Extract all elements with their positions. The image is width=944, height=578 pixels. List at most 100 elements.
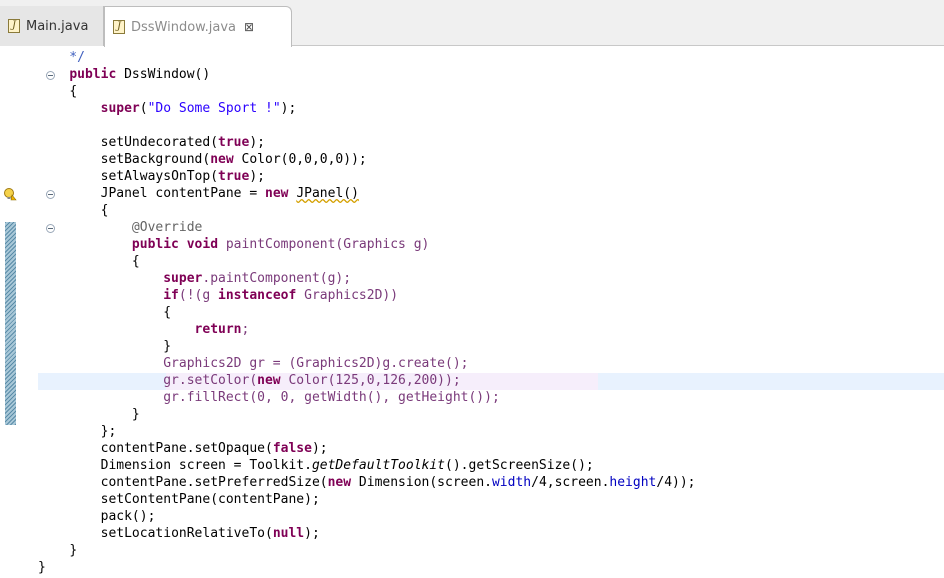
code-token: Dimension(screen. bbox=[351, 475, 492, 490]
code-token: JPanel contentPane = bbox=[100, 186, 265, 201]
java-file-icon: J bbox=[113, 20, 125, 34]
tab-label: Main.java bbox=[26, 18, 89, 34]
code-line: contentPane.setPreferredSize(new Dimensi… bbox=[38, 474, 696, 491]
code-line: setBackground(new Color(0,0,0,0)); bbox=[38, 151, 696, 168]
code-token: gr.setColor( bbox=[163, 373, 258, 388]
code-token: setContentPane(contentPane); bbox=[100, 492, 320, 507]
code-token: contentPane.setOpaque( bbox=[100, 441, 273, 456]
code-token: paintComponent(Graphics g) bbox=[218, 237, 430, 252]
code-token: public bbox=[131, 237, 179, 252]
tab-dsswindow-java[interactable]: J DssWindow.java ⊠ bbox=[104, 6, 292, 47]
code-line: public DssWindow() bbox=[38, 66, 696, 83]
code-editor[interactable]: */ public DssWindow() { super("Do Some S… bbox=[0, 46, 944, 578]
code-token: } bbox=[38, 560, 46, 575]
code-token: .paintComponent(g); bbox=[202, 271, 352, 286]
code-line: contentPane.setOpaque(false); bbox=[38, 440, 696, 457]
code-token: Graphics2D)) bbox=[296, 288, 399, 303]
code-token: setUndecorated( bbox=[100, 135, 219, 150]
code-line: { bbox=[38, 304, 696, 321]
code-line: */ bbox=[38, 49, 696, 66]
quick-diff-ruler bbox=[5, 222, 16, 425]
code-line: JPanel contentPane = new JPanel() bbox=[38, 185, 696, 202]
code-token: } bbox=[163, 339, 172, 354]
code-line: { bbox=[38, 202, 696, 219]
code-token: Graphics2D gr = (Graphics2D)g.create(); bbox=[163, 356, 469, 371]
code-token: return bbox=[194, 322, 242, 337]
code-token: }; bbox=[100, 424, 117, 439]
code-line: { bbox=[38, 253, 696, 270]
code-token: setAlwaysOnTop( bbox=[100, 169, 219, 184]
code-line: setAlwaysOnTop(true); bbox=[38, 168, 696, 185]
code-line: gr.setColor(new Color(125,0,126,200)); bbox=[38, 372, 696, 389]
code-token: { bbox=[163, 305, 172, 320]
code-line: super("Do Some Sport !"); bbox=[100, 101, 297, 116]
source-code[interactable]: */ public DssWindow() { super("Do Some S… bbox=[38, 49, 696, 576]
code-token: width bbox=[491, 475, 532, 490]
code-token: true bbox=[218, 169, 250, 184]
code-token: Color(125,0,126,200)); bbox=[280, 373, 461, 388]
code-token: getDefaultToolkit bbox=[311, 458, 446, 473]
code-token: */ bbox=[38, 50, 85, 65]
code-line: setContentPane(contentPane); bbox=[38, 491, 696, 508]
code-token: ().getScreenSize(); bbox=[445, 458, 594, 473]
code-token: setLocationRelativeTo( bbox=[100, 526, 273, 541]
code-token: DssWindow() bbox=[116, 67, 211, 82]
code-token: instanceof bbox=[218, 288, 297, 303]
folding-ruler bbox=[20, 46, 55, 578]
close-tab-icon[interactable]: ⊠ bbox=[244, 20, 254, 34]
code-token: new bbox=[257, 373, 281, 388]
code-token: { bbox=[131, 254, 140, 269]
code-line: public void paintComponent(Graphics g) bbox=[38, 236, 696, 253]
code-token: (!(g bbox=[178, 288, 219, 303]
code-token: new bbox=[265, 186, 289, 201]
code-token: true bbox=[218, 135, 250, 150]
code-token: setBackground( bbox=[100, 152, 211, 167]
code-token: } bbox=[131, 407, 140, 422]
code-token: height bbox=[609, 475, 657, 490]
code-line: } bbox=[38, 542, 696, 559]
code-line: Dimension screen = Toolkit.getDefaultToo… bbox=[38, 457, 696, 474]
code-line: Graphics2D gr = (Graphics2D)g.create(); bbox=[38, 355, 696, 372]
code-line: setLocationRelativeTo(null); bbox=[38, 525, 696, 542]
code-line: }; bbox=[38, 423, 696, 440]
editor-tab-bar: J Main.java J DssWindow.java ⊠ bbox=[0, 0, 944, 47]
code-token: /4,screen. bbox=[531, 475, 610, 490]
code-line: @Override bbox=[38, 219, 696, 236]
tab-main-java[interactable]: J Main.java bbox=[0, 6, 104, 46]
code-token: null bbox=[272, 526, 305, 541]
code-token: false bbox=[272, 441, 312, 456]
warning-bulb-icon[interactable] bbox=[3, 186, 17, 201]
tab-label: DssWindow.java bbox=[131, 19, 236, 35]
code-token: void bbox=[186, 237, 219, 252]
code-line: { bbox=[38, 83, 696, 100]
code-line: return; bbox=[38, 321, 696, 338]
code-line: pack(); bbox=[38, 508, 696, 525]
code-line: } bbox=[38, 338, 696, 355]
code-token: { bbox=[69, 84, 78, 99]
code-token: pack(); bbox=[100, 509, 156, 524]
code-token: if bbox=[163, 288, 179, 303]
code-token: ; bbox=[241, 322, 250, 337]
code-line: } bbox=[38, 559, 696, 576]
code-token: "Do Some Sport !" bbox=[147, 101, 281, 116]
code-token: ); bbox=[311, 441, 328, 456]
code-line: gr.fillRect(0, 0, getWidth(), getHeight(… bbox=[38, 389, 696, 406]
code-token: super bbox=[100, 101, 140, 116]
code-token: ); bbox=[249, 135, 265, 150]
code-token: new bbox=[327, 475, 352, 490]
code-token: gr.fillRect(0, 0, getWidth(), getHeight(… bbox=[163, 390, 500, 405]
code-token: /4)); bbox=[656, 475, 696, 490]
code-token: { bbox=[100, 203, 109, 218]
code-token: contentPane.setPreferredSize( bbox=[100, 475, 328, 490]
code-token: super bbox=[163, 271, 203, 286]
code-line: if(!(g instanceof Graphics2D)) bbox=[38, 287, 696, 304]
code-line: setUndecorated(true); bbox=[38, 134, 696, 151]
code-token: @Override bbox=[131, 220, 203, 235]
code-token: } bbox=[69, 543, 78, 558]
code-token: Color(0,0,0,0)); bbox=[233, 152, 367, 167]
code-token: Dimension screen = Toolkit. bbox=[100, 458, 312, 473]
java-file-icon: J bbox=[8, 19, 20, 33]
code-token: ); bbox=[304, 526, 320, 541]
code-token: new bbox=[210, 152, 234, 167]
